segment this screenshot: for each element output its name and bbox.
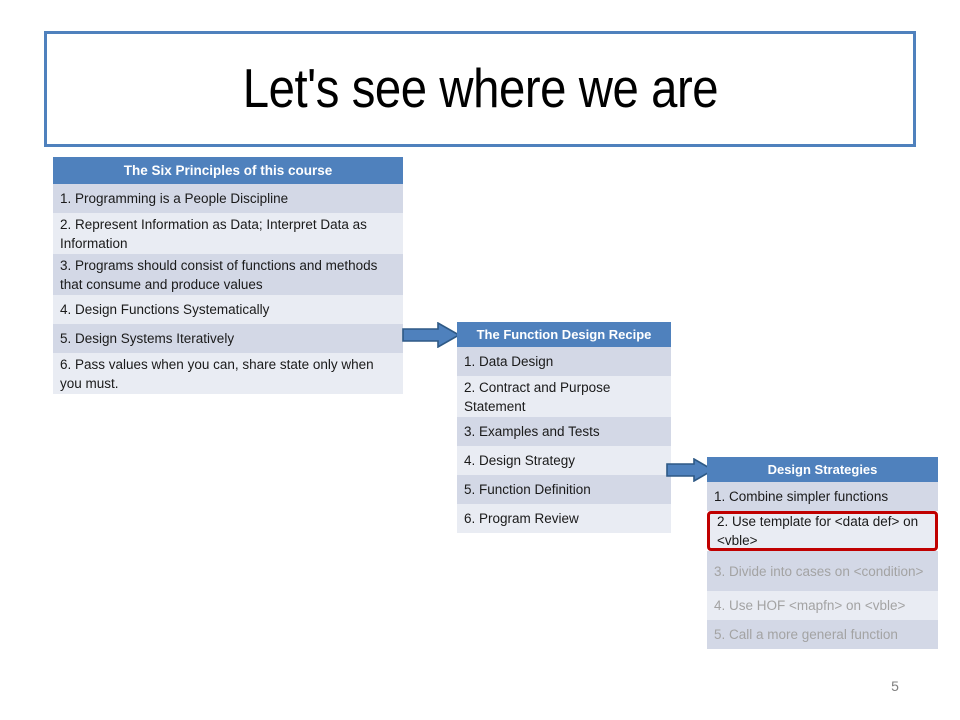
table-row[interactable]: 6. Program Review [457, 504, 671, 533]
table-row[interactable]: 3. Examples and Tests [457, 417, 671, 446]
function-design-recipe-table: The Function Design Recipe 1. Data Desig… [457, 322, 671, 533]
table-row[interactable]: 4. Design Strategy [457, 446, 671, 475]
slide-title-box: Let's see where we are [44, 31, 916, 147]
table-row[interactable]: 4. Design Functions Systematically [53, 295, 403, 324]
table-row-label: 4. Use HOF <mapfn> on <vble> [714, 598, 906, 613]
arrow-principles-to-recipe [402, 322, 460, 348]
table-row-label: 4. Design Functions Systematically [60, 302, 270, 317]
table-row-label: 3. Divide into cases on <condition> [714, 563, 924, 579]
table-row[interactable]: 1. Data Design [457, 347, 671, 376]
table-row[interactable]: 1. Combine simpler functions [707, 482, 938, 511]
table-row[interactable]: 5. Design Systems Iteratively [53, 324, 403, 353]
table-row[interactable]: 2. Use template for <data def> on <vble> [707, 511, 938, 551]
table-row[interactable]: 3. Programs should consist of functions … [53, 254, 403, 295]
table-row-label: 3. Programs should consist of functions … [60, 257, 378, 292]
table-row-label: 2. Represent Information as Data; Interp… [60, 216, 367, 251]
table-row[interactable]: 4. Use HOF <mapfn> on <vble> [707, 591, 938, 620]
table-row[interactable]: 5. Call a more general function [707, 620, 938, 649]
six-principles-table: The Six Principles of this course 1. Pro… [53, 157, 403, 394]
table-row[interactable]: 1. Programming is a People Discipline [53, 184, 403, 213]
table-row-label: 5. Function Definition [464, 482, 591, 497]
table-row[interactable]: 6. Pass values when you can, share state… [53, 353, 403, 394]
page-title: Let's see where we are [242, 57, 718, 120]
table-row-label: 2. Use template for <data def> on <vble> [717, 514, 919, 548]
function-design-recipe-header: The Function Design Recipe [457, 322, 671, 347]
table-row-label: 1. Data Design [464, 354, 554, 369]
six-principles-rows: 1. Programming is a People Discipline 2. … [53, 184, 403, 394]
table-row[interactable]: 2. Represent Information as Data; Interp… [53, 213, 403, 254]
page-number: 5 [891, 678, 899, 694]
table-row-label: 3. Examples and Tests [464, 424, 600, 439]
table-row-label: 6. Program Review [464, 511, 579, 526]
table-row[interactable]: 3. Divide into cases on <condition> [707, 551, 938, 591]
table-row[interactable]: 5. Function Definition [457, 475, 671, 504]
function-design-recipe-rows: 1. Data Design 2. Contract and Purpose St… [457, 347, 671, 533]
design-strategies-table: Design Strategies 1. Combine simpler fun… [707, 457, 938, 649]
table-row-label: 1. Combine simpler functions [714, 489, 889, 504]
six-principles-header: The Six Principles of this course [53, 157, 403, 184]
design-strategies-rows: 1. Combine simpler functions 2. Use templ… [707, 482, 938, 649]
table-row-label: 6. Pass values when you can, share state… [60, 356, 374, 391]
table-row-label: 5. Call a more general function [714, 627, 898, 642]
design-strategies-header: Design Strategies [707, 457, 938, 482]
table-row-label: 1. Programming is a People Discipline [60, 191, 289, 206]
table-row[interactable]: 2. Contract and Purpose Statement [457, 376, 671, 417]
table-row-label: 2. Contract and Purpose Statement [464, 379, 611, 414]
table-row-label: 4. Design Strategy [464, 453, 576, 468]
table-row-label: 5. Design Systems Iteratively [60, 331, 235, 346]
